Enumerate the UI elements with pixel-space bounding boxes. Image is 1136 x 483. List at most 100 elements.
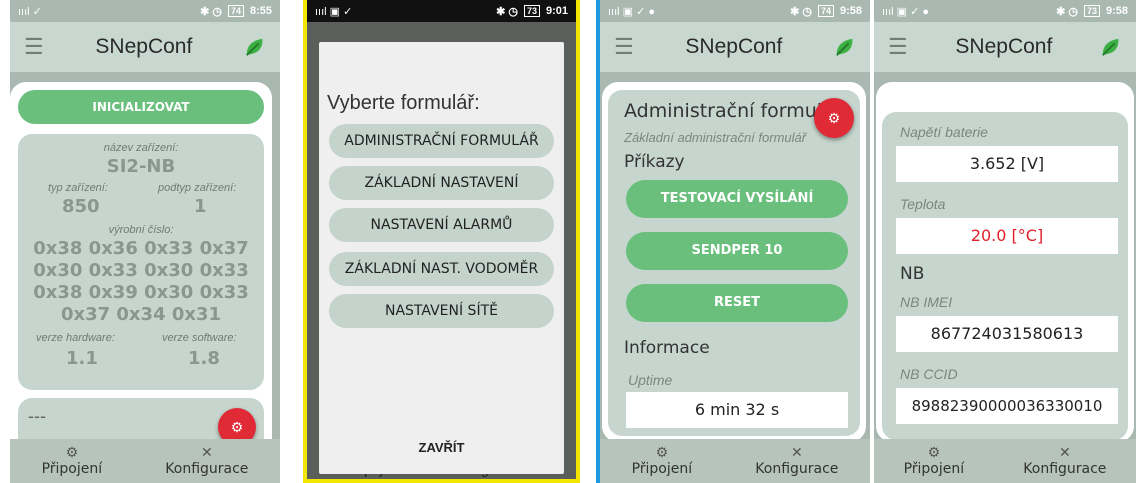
tab-connection[interactable]: ⚙ Připojení	[904, 445, 965, 477]
gears-icon: ⚙	[927, 445, 941, 461]
close-button[interactable]: ZAVŘÍT	[319, 440, 564, 455]
battery-level: 74	[227, 5, 244, 17]
temperature-value: 20.0 [°C]	[896, 218, 1118, 254]
tab-configuration[interactable]: ✕ Konfigurace	[165, 445, 248, 477]
measurements-panel: Napětí baterie 3.652 [V] Teplota 20.0 [°…	[882, 112, 1128, 440]
option-water-meter[interactable]: ZÁKLADNÍ NAST. VODOMĚR	[329, 252, 554, 286]
clock: 8:55	[249, 5, 272, 17]
bluetooth-icon: ✱ ◷	[1056, 5, 1078, 18]
content-card: Napětí baterie 3.652 [V] Teplota 20.0 [°…	[876, 82, 1134, 442]
hw-value: 1.1	[66, 348, 98, 369]
serial-line: 0x37 0x34 0x31	[60, 304, 222, 325]
dialog-title: Vyberte formulář:	[327, 92, 480, 114]
screen-admin-form: ıııl ▣ ✓ ● ✱ ◷ 74 9:58 ☰ SNepConf Administ…	[600, 0, 870, 483]
status-bar: ıııl ▣ ✓ ✱ ◷ 73 9:01	[307, 0, 576, 22]
bluetooth-icon: ✱ ◷	[790, 5, 812, 18]
screen-measurements: ıııl ▣ ✓ ● ✱ ◷ 73 9:58 ☰ SNepConf Napětí b…	[874, 0, 1136, 483]
screen-form-picker: ıııl ▣ ✓ ✱ ◷739:01 Připojení Konfigurace…	[307, 0, 576, 479]
status-bar: ıııl ✓ ✱ ◷ 74 8:55	[10, 0, 280, 22]
signal-icon: ıııl ▣ ✓ ●	[608, 5, 656, 18]
admin-panel: Administrační formulář Základní administ…	[608, 90, 860, 436]
gears-icon: ⚙	[65, 445, 79, 461]
device-info-panel: název zařízení: SI2-NB typ zařízení: pod…	[18, 134, 264, 390]
option-basic-settings[interactable]: ZÁKLADNÍ NASTAVENÍ	[329, 166, 554, 200]
battery-voltage-label: Napětí baterie	[900, 124, 988, 140]
tab-configuration[interactable]: ✕ Konfigurace	[1023, 445, 1106, 477]
menu-icon[interactable]: ☰	[24, 34, 44, 60]
battery-level: 73	[523, 5, 540, 17]
clock: 9:01	[545, 5, 568, 17]
app-title: SNepConf	[685, 35, 783, 58]
nb-header: NB	[900, 264, 925, 284]
commands-header: Příkazy	[624, 152, 685, 172]
initialize-button[interactable]: INICIALIZOVAT	[18, 90, 264, 124]
signal-icon: ıııl ▣ ✓ ●	[882, 5, 930, 18]
option-admin-form[interactable]: ADMINISTRAČNÍ FORMULÁŘ	[329, 124, 554, 158]
app-bar: ☰ SNepConf	[874, 22, 1136, 72]
battery-level: 74	[817, 5, 834, 17]
clock: 9:58	[839, 5, 862, 17]
bluetooth-icon: ✱ ◷	[496, 5, 518, 18]
type-label: typ zařízení:	[48, 182, 108, 194]
info-header: Informace	[624, 338, 710, 358]
status-bar: ıııl ▣ ✓ ● ✱ ◷ 74 9:58	[600, 0, 870, 22]
bottom-nav: ⚙ Připojení ✕ Konfigurace	[10, 439, 280, 483]
serial-label: výrobní číslo:	[108, 224, 174, 236]
settings-fab[interactable]: ⚙	[814, 98, 854, 138]
sendper-button[interactable]: SENDPER 10	[626, 232, 848, 270]
bottom-nav: ⚙ Připojení ✕ Konfigurace	[600, 439, 870, 483]
app-bar: ☰ SNepConf	[600, 22, 870, 72]
leaf-icon	[246, 38, 263, 56]
status-bar: ıııl ▣ ✓ ● ✱ ◷ 73 9:58	[874, 0, 1136, 22]
tab-connection[interactable]: ⚙ Připojení	[632, 445, 693, 477]
battery-voltage-value: 3.652 [V]	[896, 146, 1118, 182]
form-subtitle: Základní administrační formulář	[624, 130, 807, 145]
placeholder-text: ---	[28, 406, 46, 426]
bottom-nav: ⚙ Připojení ✕ Konfigurace	[874, 439, 1136, 483]
signal-icon: ıııl ✓	[18, 5, 42, 18]
battery-level: 73	[1083, 5, 1100, 17]
bluetooth-icon: ✱ ◷	[200, 5, 222, 18]
leaf-icon	[1102, 38, 1119, 56]
menu-icon[interactable]: ☰	[888, 34, 908, 60]
form-dialog: Vyberte formulář: ADMINISTRAČNÍ FORMULÁŘ…	[319, 42, 564, 474]
tools-icon: ✕	[200, 445, 213, 461]
serial-line: 0x38 0x39 0x30 0x33	[33, 282, 249, 303]
app-title: SNepConf	[95, 35, 193, 58]
nb-imei-label: NB IMEI	[900, 294, 953, 310]
subtype-value: 1	[194, 196, 207, 217]
tab-connection[interactable]: ⚙ Připojení	[42, 445, 103, 477]
temperature-label: Teplota	[900, 196, 946, 212]
nb-ccid-label: NB CCID	[900, 366, 958, 382]
tools-icon: ✕	[1058, 445, 1071, 461]
content-card: INICIALIZOVAT název zařízení: SI2-NB typ…	[10, 82, 272, 462]
device-name-label: název zařízení:	[103, 142, 179, 154]
hw-label: verze hardware:	[36, 332, 115, 344]
app-bar: ☰ SNepConf	[10, 22, 280, 72]
form-title: Administrační formulář	[624, 100, 842, 122]
serial-line: 0x38 0x36 0x33 0x37	[33, 238, 249, 259]
tab-configuration[interactable]: ✕ Konfigurace	[755, 445, 838, 477]
uptime-value: 6 min 32 s	[626, 392, 848, 428]
reset-button[interactable]: RESET	[626, 284, 848, 322]
type-value: 850	[62, 196, 100, 217]
gears-icon: ⚙	[655, 445, 669, 461]
clock: 9:58	[1105, 5, 1128, 17]
serial-line: 0x30 0x33 0x30 0x33	[33, 260, 249, 281]
option-network-settings[interactable]: NASTAVENÍ SÍTĚ	[329, 294, 554, 328]
tools-icon: ✕	[790, 445, 803, 461]
nb-ccid-value: 89882390000036330010	[896, 388, 1118, 424]
device-name: SI2-NB	[106, 156, 176, 177]
menu-icon[interactable]: ☰	[614, 34, 634, 60]
sw-value: 1.8	[188, 348, 220, 369]
subtype-label: podtyp zařízení:	[158, 182, 237, 194]
screen-device-info: ıııl ✓ ✱ ◷ 74 8:55 ☰ SNepConf INICIALIZOVA…	[10, 0, 280, 483]
test-transmit-button[interactable]: TESTOVACÍ VYSÍLÁNÍ	[626, 180, 848, 218]
sw-label: verze software:	[162, 332, 237, 344]
nb-imei-value: 867724031580613	[896, 316, 1118, 352]
app-title: SNepConf	[955, 35, 1053, 58]
leaf-icon	[836, 38, 853, 56]
uptime-label: Uptime	[628, 372, 673, 388]
option-alarm-settings[interactable]: NASTAVENÍ ALARMŮ	[329, 208, 554, 242]
signal-icon: ıııl ▣ ✓	[315, 5, 353, 18]
